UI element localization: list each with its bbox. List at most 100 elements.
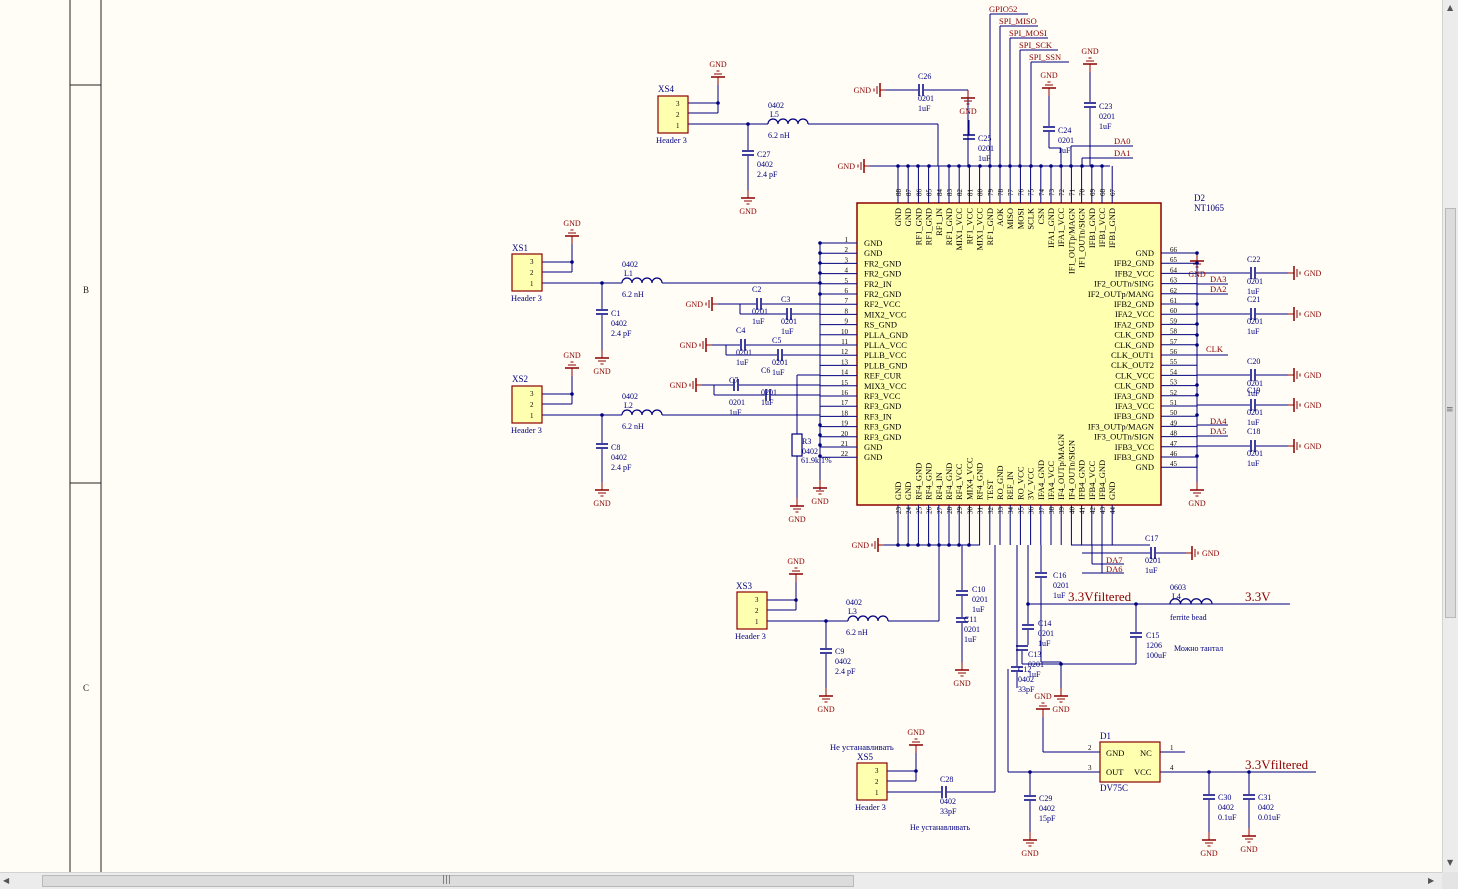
net-da4: DA4 [1210,416,1227,426]
pin-name: GND [864,452,882,462]
capacitor-c18[interactable]: C18 02011uF [1247,427,1263,468]
capacitor-c26[interactable]: C26 02011uF [918,72,934,113]
capacitor-c11[interactable]: C1102011uF [956,615,980,644]
capacitor-c24[interactable]: C2402011uF [1043,126,1074,155]
schematic-canvas[interactable]: B C D2 NT1065 1 GND 2 GND 3 FR2_GND 4 FR2_GND 5 F… [0,0,1442,872]
junction-dot [927,164,931,168]
scroll-down-arrow-icon[interactable]: ▼ [1447,858,1453,867]
capacitor-c10[interactable]: C1002011uF [956,585,988,614]
header-xs1[interactable]: XS1 Header 3 3 2 1 [511,243,543,303]
scroll-up-arrow-icon[interactable]: ▲ [1447,3,1453,12]
pin-number: 86 [915,189,923,197]
capacitor-c5[interactable]: C5 02011uF [772,336,788,377]
capacitor-c1[interactable]: C104022.4 pF [596,309,632,338]
pin-name: IF2_OUTp/MANG [1088,289,1154,299]
pin-name: IF3_OUTn/SIGN [1094,432,1154,442]
inductor-l2[interactable]: 0402L2 6.2 nH [621,392,663,431]
pin-name: MISO [1005,208,1015,229]
svg-text:GND: GND [959,107,977,116]
junction-dot [1195,343,1199,347]
capacitor-c22[interactable]: C2202011uF [1247,255,1263,296]
svg-text:C17: C17 [1145,534,1158,543]
gnd-symbol-bottom-left: GND [852,538,884,552]
capacitor-c14[interactable]: C1402011uF [1022,619,1054,648]
pin-number: 39 [1058,507,1066,515]
svg-text:L2: L2 [624,401,633,410]
svg-text:1uF: 1uF [1247,327,1260,336]
pin-name: RF3_GND [864,401,901,411]
svg-text:0201: 0201 [1099,112,1115,121]
svg-text:0201: 0201 [1247,449,1263,458]
svg-text:3: 3 [1088,764,1092,772]
pin-name: 3V_VCC [1026,468,1036,500]
pin-name: CLK_GND [1114,381,1154,391]
pin-name: IFB1_VCC [1097,208,1107,248]
svg-text:2.4 pF: 2.4 pF [757,170,778,179]
inductor-l5[interactable]: 0402L5 6.2 nH [767,101,809,140]
capacitor-c23[interactable]: C2302011uF [1084,102,1115,131]
svg-text:C26: C26 [918,72,931,81]
junction-dot [1069,164,1073,168]
junction-dot [1080,164,1084,168]
regulator-d1[interactable]: D1 DV75C GND NC OUT VCC 2 1 3 4 [1088,731,1174,793]
pin-name: PLLB_GND [864,360,907,370]
inductor-l4[interactable]: 0603L4 ferrite bead [1169,583,1213,622]
inductor-l3[interactable]: 0402L3 6.2 nH [846,598,889,637]
capacitor-c21[interactable]: C21 02011uF [1247,295,1263,336]
pin-number: 88 [895,189,903,197]
svg-text:C24: C24 [1058,126,1071,135]
capacitor-c19[interactable]: C19 02011uF [1247,386,1263,427]
svg-text:3: 3 [875,767,879,775]
capacitor-c17[interactable]: C17 02011uF [1145,534,1161,575]
capacitor-c2[interactable]: C2 02011uF [752,285,768,326]
pin-number: 85 [926,189,934,197]
header-xs2[interactable]: XS2 Header 3 3 2 1 [511,374,543,435]
header-xs5[interactable]: XS5 Не устанавливать Header 3 3 2 1 [830,742,894,812]
svg-text:2: 2 [1088,744,1092,752]
svg-text:3: 3 [755,596,759,604]
capacitor-c30[interactable]: C3004020.1uF [1203,793,1237,822]
gnd-symbol-xs1: GND [563,219,581,244]
pin-number: 53 [1170,379,1178,387]
junction-dot [716,101,720,105]
junction-dot [914,769,918,773]
pin-number: 27 [936,507,944,515]
capacitor-c9[interactable]: C904022.4 pF [820,647,856,676]
capacitor-c4[interactable]: C4 02011uF [736,326,752,367]
horizontal-scrollbar[interactable]: ◀ ||| ▶ [0,872,1442,889]
svg-text:GND: GND [1188,499,1206,508]
scroll-left-arrow-icon[interactable]: ◀ [3,876,9,885]
net-da6: DA6 [1106,564,1123,574]
junction-dot [1134,602,1138,606]
svg-text:1uF: 1uF [761,398,774,407]
pin-number: 22 [841,450,849,458]
pin-name: IFB4_GND [1077,460,1087,500]
svg-text:C13: C13 [1028,650,1041,659]
capacitor-c16[interactable]: C1602011uF [1035,571,1069,600]
junction-dot [906,543,910,547]
capacitor-c28[interactable]: C28 040233pF [940,775,957,816]
junction-dot [570,260,574,264]
svg-text:0201: 0201 [752,307,768,316]
pin-number: 23 [895,507,903,515]
junction-dot [1100,164,1104,168]
svg-text:0402: 0402 [1039,804,1055,813]
inductor-l1[interactable]: 0402L1 6.2 nH [621,260,663,299]
scroll-right-arrow-icon[interactable]: ▶ [1428,876,1434,885]
header-xs3[interactable]: XS3 Header 3 3 2 1 [735,581,768,641]
capacitor-c27[interactable]: C2704022.4 pF [742,150,778,179]
svg-text:0402: 0402 [835,657,851,666]
net-spi-ssn: SPI_SSN [1029,52,1061,62]
capacitor-c7[interactable]: C7 02011uF [729,376,745,417]
header-xs4[interactable]: XS4 Header 3 3 2 1 [656,84,689,145]
svg-text:GND: GND [709,60,727,69]
pin-name: CSN [1036,208,1046,225]
resistor-r3[interactable] [791,433,803,457]
vertical-scrollbar[interactable]: ▲ ≡ ▼ [1442,0,1458,872]
capacitor-c8[interactable]: C804022.4 pF [596,443,632,472]
gnd-symbol-c17: GND [1186,546,1220,560]
gnd-symbol-c23: GND [1081,47,1099,72]
capacitor-c3[interactable]: C3 02011uF [781,295,797,336]
junction-dot [570,392,574,396]
capacitor-c29[interactable]: C29040215pF [1024,794,1056,823]
